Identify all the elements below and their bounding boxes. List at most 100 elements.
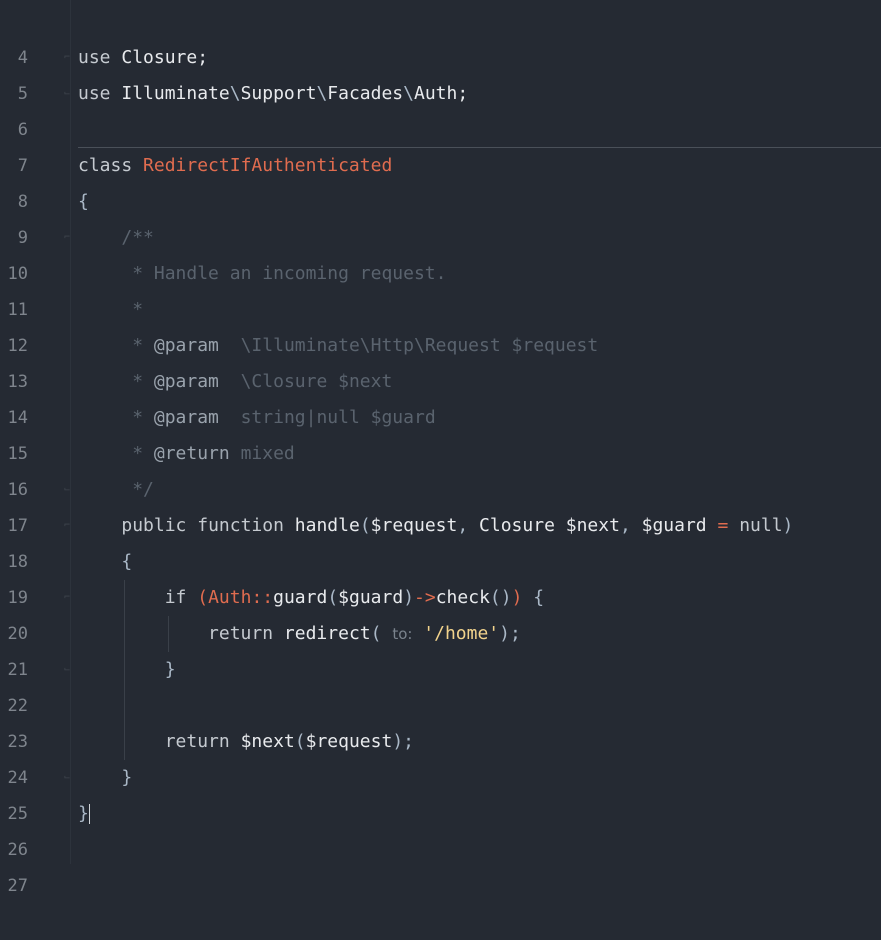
text-cursor (88, 804, 90, 824)
paren: ) (782, 515, 794, 536)
keyword: use (78, 83, 111, 104)
code-line-24[interactable]: 24 return $next($request); (0, 724, 881, 788)
operator: = (717, 515, 729, 536)
keyword: use (78, 47, 111, 68)
code-line-22[interactable]: 22 ⌙ } (0, 652, 881, 716)
paren: ) (403, 587, 415, 608)
variable: $request (370, 515, 458, 536)
brace: } (164, 659, 176, 680)
paren: ( (370, 623, 382, 644)
fold-marker-icon[interactable]: ⌙ (64, 89, 73, 99)
class-name: RedirectIfAuthenticated (143, 155, 393, 176)
code-line-12[interactable]: 12 * (0, 292, 881, 356)
fold-marker-icon[interactable]: ⌙ (64, 485, 73, 495)
namespace-separator: \ (229, 83, 241, 104)
doc-comment: /** (121, 227, 154, 248)
code-line-9[interactable]: 9 { (0, 184, 881, 248)
doc-type: string|null $guard (240, 407, 436, 428)
identifier: Illuminate (121, 83, 230, 104)
namespace-separator: \ (316, 83, 328, 104)
code-line-27[interactable]: 27 (0, 832, 881, 896)
code-line-13[interactable]: 13 * @param \Illuminate\Http\Request $re… (0, 328, 881, 392)
paren: () (489, 587, 512, 608)
code-line-7[interactable]: 7 (0, 112, 881, 176)
doc-type: mixed (240, 443, 295, 464)
keyword: function (197, 515, 284, 536)
function-name: handle (294, 515, 360, 536)
code-line-26[interactable]: 26 } (0, 796, 881, 860)
code-editor[interactable]: 4 5 ⌐ use Closure; 6 ⌙ use Illuminate\Su… (0, 0, 881, 896)
method-call: guard (273, 587, 328, 608)
fold-marker-icon[interactable]: ⌐ (64, 521, 73, 531)
brace: } (121, 767, 133, 788)
brace: { (533, 587, 545, 608)
identifier: Facades (327, 83, 404, 104)
doc-tag: @return (153, 443, 230, 464)
brace: } (78, 803, 89, 824)
keyword: return (208, 623, 274, 644)
punctuation: , (457, 515, 469, 536)
code-line-4[interactable]: 4 (0, 4, 881, 68)
code-line-8[interactable]: 8 class RedirectIfAuthenticated (0, 148, 881, 212)
code-line-14[interactable]: 14 * @param \Closure $next (0, 364, 881, 428)
namespace-separator: \ (403, 83, 414, 104)
code-line-11[interactable]: 11 * Handle an incoming request. (0, 256, 881, 320)
fold-marker-icon[interactable]: ⌙ (64, 773, 73, 783)
identifier: Auth (413, 83, 458, 104)
brace: { (121, 551, 133, 572)
variable: $next (240, 731, 295, 752)
function-call: redirect (283, 623, 371, 644)
paren: ( (294, 731, 306, 752)
code-line-10[interactable]: 10 ⌐ /** (0, 220, 881, 284)
doc-comment: * (132, 335, 144, 356)
fold-marker-icon[interactable]: ⌐ (64, 593, 73, 603)
doc-type: \Closure $next (240, 371, 393, 392)
variable: $request (305, 731, 393, 752)
code-line-16[interactable]: 16 * @return mixed (0, 436, 881, 500)
method-call: check (435, 587, 490, 608)
doc-type: \Illuminate\Http\Request $request (240, 335, 599, 356)
doc-tag: @param (153, 371, 219, 392)
variable: $guard (338, 587, 404, 608)
code-line-15[interactable]: 15 * @param string|null $guard (0, 400, 881, 464)
doc-comment: * (132, 299, 144, 320)
punctuation: ); (499, 623, 521, 644)
code-line-5[interactable]: 5 ⌐ use Closure; (0, 40, 881, 104)
paren: ( (359, 515, 371, 536)
punctuation: , (619, 515, 631, 536)
keyword: null (739, 515, 783, 536)
identifier: Support (240, 83, 317, 104)
code-line-21[interactable]: 21 return redirect( to: '/home'); (0, 616, 881, 680)
code-line-18[interactable]: 18 ⌐ public function handle($request, Cl… (0, 508, 881, 572)
operator: -> (414, 587, 436, 608)
doc-tag: @param (153, 335, 219, 356)
class-reference: Auth (208, 587, 252, 608)
code-line-19[interactable]: 19 { (0, 544, 881, 608)
fold-marker-icon[interactable]: ⌐ (64, 53, 73, 63)
doc-comment: * (132, 407, 144, 428)
punctuation: ; (457, 83, 469, 104)
fold-marker-icon[interactable]: ⌙ (64, 665, 73, 675)
line-number: 27 (7, 876, 28, 896)
keyword: return (164, 731, 230, 752)
identifier: Closure (479, 515, 555, 536)
variable: $next (565, 515, 620, 536)
code-line-25[interactable]: 25 ⌙ } (0, 760, 881, 824)
keyword: public (121, 515, 187, 536)
punctuation: ); (392, 731, 414, 752)
code-line-20[interactable]: 20 ⌐ if (Auth::guard($guard)->check()) { (0, 580, 881, 644)
code-line-23[interactable]: 23 (0, 688, 881, 752)
paren: ( (197, 587, 209, 608)
doc-comment: * (132, 371, 144, 392)
code-line-6[interactable]: 6 ⌙ use Illuminate\Support\Facades\Auth; (0, 76, 881, 140)
doc-tag: @param (153, 407, 219, 428)
paren: ) (511, 587, 523, 608)
identifier: Closure (121, 47, 198, 68)
brace: { (78, 191, 89, 212)
fold-marker-icon[interactable]: ⌐ (64, 233, 73, 243)
paren: ( (327, 587, 339, 608)
code-line-17[interactable]: 17 ⌙ */ (0, 472, 881, 536)
keyword: if (164, 587, 187, 608)
variable: $guard (641, 515, 707, 536)
keyword: class (78, 155, 133, 176)
